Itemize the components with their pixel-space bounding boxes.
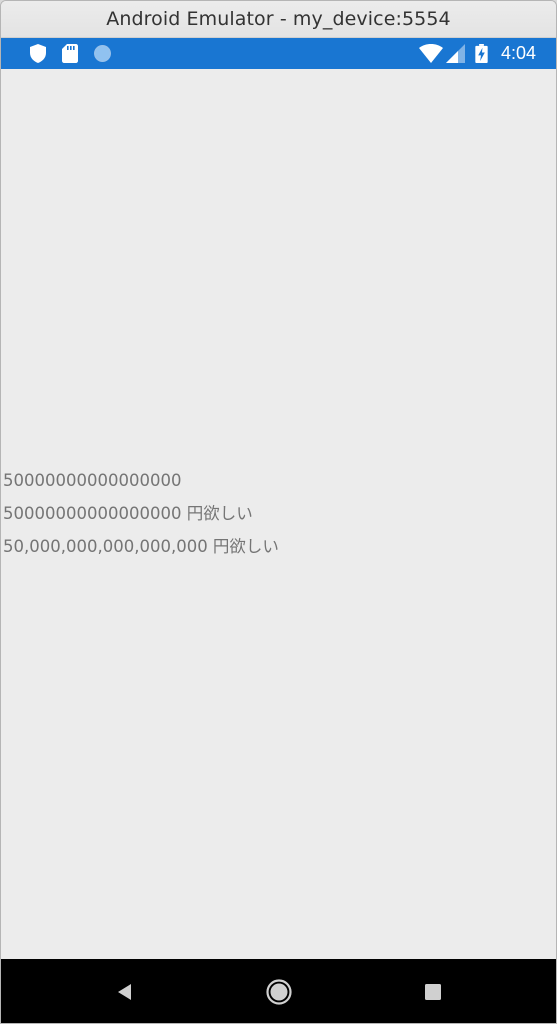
emulator-window: Android Emulator - my_device:5554 4:04 5… [0,0,557,1024]
cell-signal-icon [446,44,465,63]
window-title: Android Emulator - my_device:5554 [106,8,451,30]
window-titlebar: Android Emulator - my_device:5554 [1,1,556,38]
app-content: 50000000000000000 50000000000000000 円欲しい… [1,69,556,959]
battery-charging-icon [475,44,488,63]
sd-card-icon [62,44,78,63]
formatted-yen-label: 50,000,000,000,000,000 円欲しい [3,537,279,556]
wifi-icon [419,44,443,63]
status-bar: 4:04 [1,38,556,69]
home-icon[interactable] [265,978,293,1006]
back-icon[interactable] [112,978,140,1006]
number-label: 50000000000000000 [3,471,182,490]
recents-icon[interactable] [419,978,447,1006]
status-time: 4:04 [500,43,536,63]
number-yen-label: 50000000000000000 円欲しい [3,504,253,523]
navigation-bar [1,959,556,1023]
sync-circle-icon [94,45,111,62]
shield-icon [30,44,46,63]
